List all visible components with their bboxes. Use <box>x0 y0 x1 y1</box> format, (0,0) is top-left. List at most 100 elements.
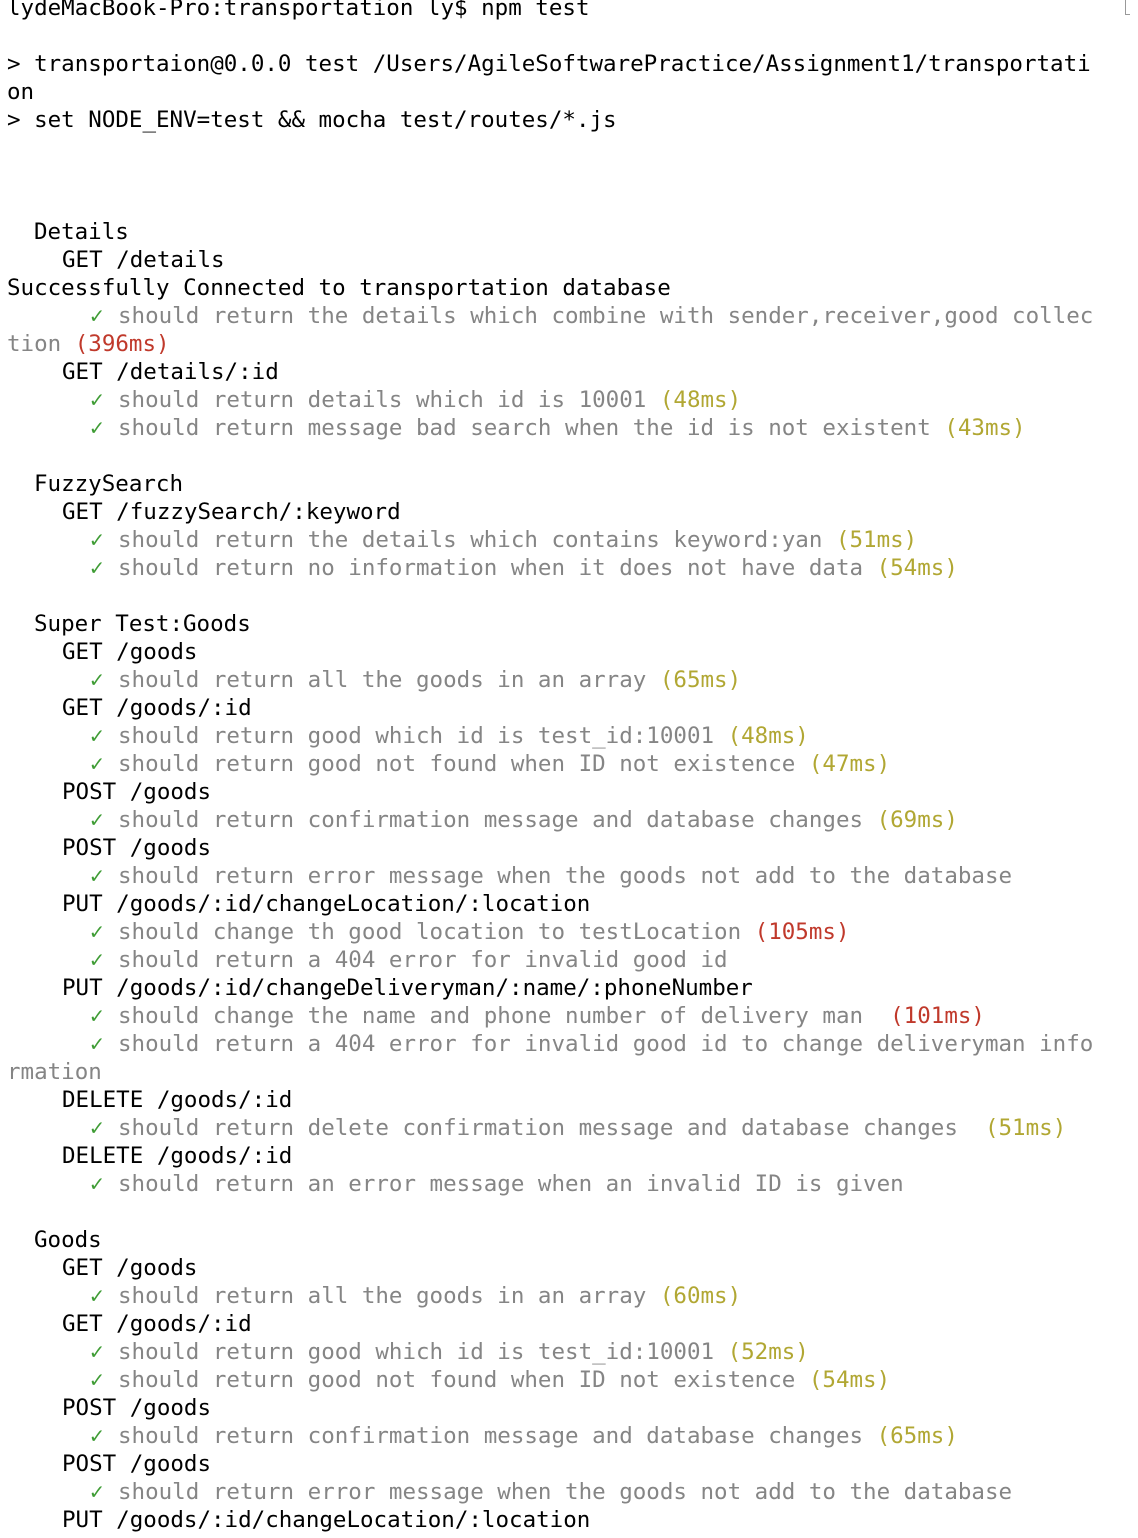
suite-title: Details <box>7 218 1138 246</box>
test-pass-line: ✓ should return a 404 error for invalid g… <box>7 946 1138 974</box>
check-icon: ✓ <box>90 1479 104 1505</box>
test-pass-line: ✓ should return good which id is test_id:… <box>7 1338 1138 1366</box>
route-title: POST /goods <box>7 1450 1138 1478</box>
wrapped-text: tion <box>7 331 62 357</box>
wrapped-line: rmation <box>7 1058 1138 1086</box>
check-icon: ✓ <box>90 1003 104 1029</box>
test-pass-line: ✓ should return message bad search when t… <box>7 414 1138 442</box>
wrapped-line: tion (396ms) <box>7 330 1138 358</box>
test-title: should return error message when the goo… <box>118 1479 1013 1505</box>
suite-title-text: POST /goods <box>62 835 212 861</box>
test-pass-line: ✓ should return details which id is 10001… <box>7 386 1138 414</box>
route-title: POST /goods <box>7 834 1138 862</box>
route-title: GET /goods <box>7 638 1138 666</box>
output-text: > transportaion@0.0.0 test /Users/AgileS… <box>7 51 1091 77</box>
route-title: GET /fuzzySearch/:keyword <box>7 498 1138 526</box>
check-icon: ✓ <box>90 919 104 945</box>
test-title: should change th good location to testLo… <box>118 919 742 945</box>
check-icon: ✓ <box>90 1367 104 1393</box>
suite-title-text: DELETE /goods/:id <box>62 1143 293 1169</box>
check-icon: ✓ <box>90 415 104 441</box>
output-text: on <box>7 79 35 105</box>
suite-title-text: POST /goods <box>62 1395 212 1421</box>
suite-title-text: POST /goods <box>62 1451 212 1477</box>
test-pass-line: ✓ should return error message when the go… <box>7 862 1138 890</box>
check-icon: ✓ <box>90 667 104 693</box>
suite-title-text: PUT /goods/:id/changeLocation/:location <box>62 1507 591 1533</box>
test-pass-line: ✓ should change the name and phone number… <box>7 1002 1138 1030</box>
output-line: Successfully Connected to transportation… <box>7 274 1138 302</box>
test-duration: (105ms) <box>754 919 850 945</box>
suite-title-text: PUT /goods/:id/changeLocation/:location <box>62 891 591 917</box>
suite-title-text: Details <box>34 219 129 245</box>
test-duration: (65ms) <box>659 667 742 693</box>
suite-title-text: POST /goods <box>62 779 212 805</box>
test-pass-line: ✓ should return no information when it do… <box>7 554 1138 582</box>
check-icon: ✓ <box>90 1171 104 1197</box>
check-icon: ✓ <box>90 863 104 889</box>
check-icon: ✓ <box>90 1115 104 1141</box>
test-title: should return good which id is test_id:1… <box>118 723 715 749</box>
output-line: > set NODE_ENV=test && mocha test/routes… <box>7 106 1138 134</box>
test-pass-line: ✓ should return delete confirmation messa… <box>7 1114 1138 1142</box>
test-title: should return the details which combine … <box>118 303 1094 329</box>
test-pass-line: ✓ should return an error message when an … <box>7 1170 1138 1198</box>
route-title: GET /goods <box>7 1254 1138 1282</box>
test-pass-line: ✓ should return confirmation message and … <box>7 1422 1138 1450</box>
check-icon: ✓ <box>90 555 104 581</box>
test-duration: (47ms) <box>808 751 891 777</box>
route-title: POST /goods <box>7 1394 1138 1422</box>
test-pass-line: ✓ should return confirmation message and … <box>7 806 1138 834</box>
suite-title-text: GET /fuzzySearch/:keyword <box>62 499 401 525</box>
suite-title-text: PUT /goods/:id/changeDeliveryman/:name/:… <box>62 975 753 1001</box>
check-icon: ✓ <box>90 807 104 833</box>
output-line: lydeMacBook-Pro:transportation ly$ npm t… <box>7 0 1138 22</box>
suite-title-text: GET /goods/:id <box>62 695 252 721</box>
output-line: on <box>7 78 1138 106</box>
test-title: should return error message when the goo… <box>118 863 1013 889</box>
test-title: should return confirmation message and d… <box>118 1423 864 1449</box>
test-title: should return delete confirmation messag… <box>118 1115 972 1141</box>
test-title: should return message bad search when th… <box>118 415 931 441</box>
test-duration: (51ms) <box>835 527 918 553</box>
route-title: PUT /goods/:id/changeLocation/:location <box>7 890 1138 918</box>
test-duration: (48ms) <box>727 723 809 749</box>
terminal-window[interactable]: lydeMacBook-Pro:transportation ly$ npm t… <box>0 0 1138 1538</box>
test-pass-line: ✓ should return good which id is test_id:… <box>7 722 1138 750</box>
test-duration: (60ms) <box>659 1283 742 1309</box>
suite-title-text: Goods <box>34 1227 102 1253</box>
test-pass-line: ✓ should return good not found when ID no… <box>7 750 1138 778</box>
test-duration: (69ms) <box>876 807 958 833</box>
route-title: POST /goods <box>7 778 1138 806</box>
check-icon: ✓ <box>90 751 104 777</box>
suite-title-text: GET /details/:id <box>62 359 279 385</box>
test-duration: (52ms) <box>727 1339 809 1365</box>
check-icon: ✓ <box>90 1031 104 1057</box>
check-icon: ✓ <box>90 527 104 553</box>
check-icon: ✓ <box>90 723 104 749</box>
scrollbar-corner <box>1125 0 1130 15</box>
check-icon: ✓ <box>90 1423 104 1449</box>
route-title: DELETE /goods/:id <box>7 1086 1138 1114</box>
test-pass-line: ✓ should return all the goods in an array… <box>7 1282 1138 1310</box>
test-duration: (396ms) <box>74 331 170 357</box>
test-duration: (101ms) <box>890 1003 985 1029</box>
test-title: should return no information when it doe… <box>118 555 864 581</box>
test-title: should return good not found when ID not… <box>118 751 796 777</box>
route-title: DELETE /goods/:id <box>7 1142 1138 1170</box>
suite-title: FuzzySearch <box>7 470 1138 498</box>
suite-title-text: DELETE /goods/:id <box>62 1087 293 1113</box>
test-title: should return an error message when an i… <box>118 1171 904 1197</box>
output-text: lydeMacBook-Pro:transportation ly$ npm t… <box>7 0 590 21</box>
output-text: > set NODE_ENV=test && mocha test/routes… <box>7 107 617 133</box>
output-line: > transportaion@0.0.0 test /Users/AgileS… <box>7 50 1138 78</box>
test-duration: (65ms) <box>876 1423 958 1449</box>
terminal-output: lydeMacBook-Pro:transportation ly$ npm t… <box>7 0 1138 1534</box>
suite-title-text: GET /details <box>62 247 225 273</box>
test-pass-line: ✓ should return error message when the go… <box>7 1478 1138 1506</box>
test-duration: (43ms) <box>944 415 1026 441</box>
